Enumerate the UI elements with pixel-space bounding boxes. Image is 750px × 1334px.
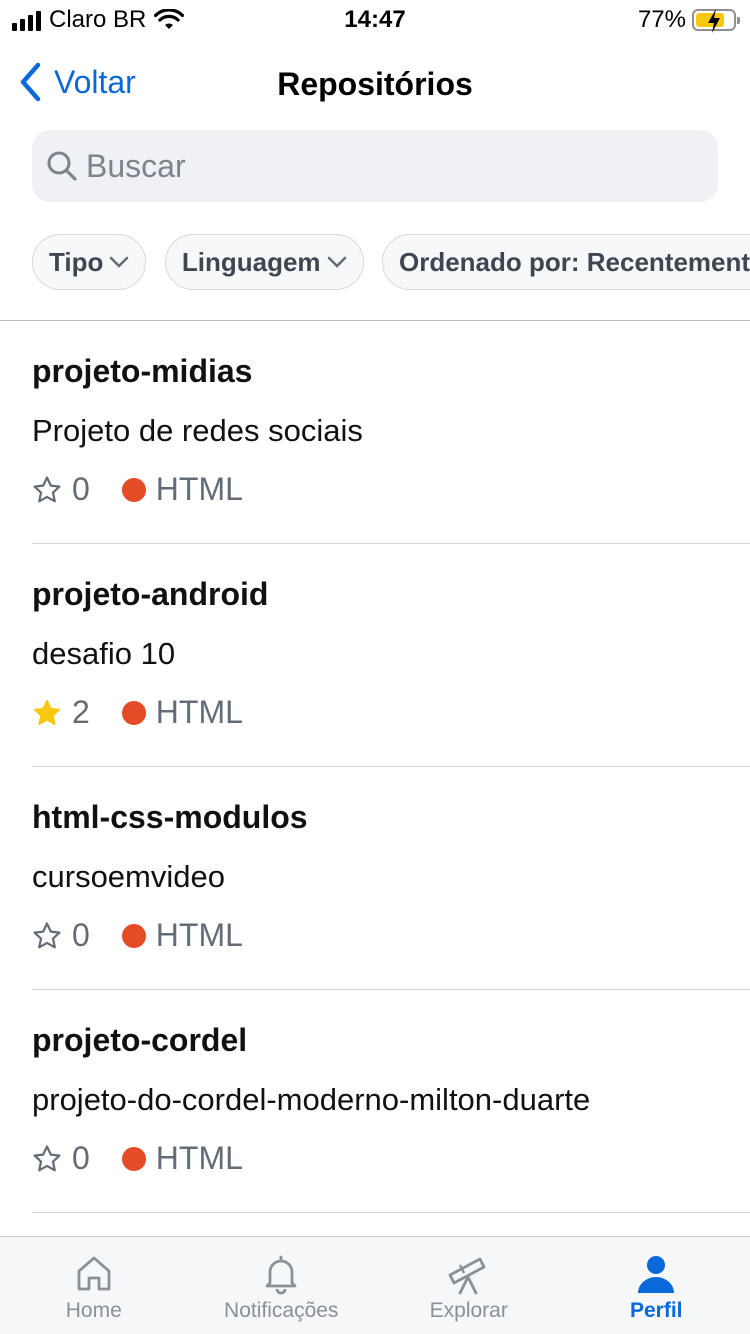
star-outline-icon xyxy=(33,921,61,948)
star-count: 0 xyxy=(72,471,90,507)
language-color-dot xyxy=(121,700,146,725)
repo-description: cursoemvideo xyxy=(32,859,225,894)
star-filled-icon xyxy=(33,699,61,725)
home-icon xyxy=(77,1256,111,1291)
tab-label: Home xyxy=(65,1299,122,1322)
battery-icon xyxy=(692,9,740,33)
filter-chips: Tipo Linguagem Ordenado por: Recentement… xyxy=(32,234,750,292)
tab-label: Explorar xyxy=(429,1299,508,1322)
language-name: HTML xyxy=(155,694,243,730)
tab-label: Notificações xyxy=(224,1299,339,1322)
language-name: HTML xyxy=(155,471,243,507)
list-item[interactable]: html-css-modulos cursoemvideo 0 HTML xyxy=(32,767,750,990)
chevron-down-icon xyxy=(327,256,346,268)
search-input[interactable]: Buscar xyxy=(32,130,718,202)
language-color-dot xyxy=(121,477,146,502)
chevron-down-icon xyxy=(110,256,129,268)
filter-label: Linguagem xyxy=(181,246,321,277)
star-outline-icon xyxy=(33,475,61,502)
person-icon xyxy=(638,1256,675,1293)
search-icon xyxy=(47,151,77,181)
tab-explore[interactable]: Explorar xyxy=(375,1237,563,1334)
repo-description: Projeto de redes sociais xyxy=(32,413,363,448)
tab-bar: Home Notificações Explorar Perfil xyxy=(0,1236,750,1334)
list-item[interactable]: projeto-cordel projeto-do-cordel-moderno… xyxy=(32,990,750,1213)
repo-description: desafio 10 xyxy=(32,636,176,671)
repo-description: projeto-do-cordel-moderno-milton-duarte xyxy=(32,1082,591,1117)
language-color-dot xyxy=(121,923,146,948)
filter-label: Tipo xyxy=(49,246,104,277)
filter-sort-button[interactable]: Ordenado por: Recentemente xyxy=(381,234,750,290)
tab-profile[interactable]: Perfil xyxy=(563,1237,750,1334)
page-title: Repositórios xyxy=(277,66,473,102)
tab-notifications[interactable]: Notificações xyxy=(188,1237,376,1334)
list-item[interactable]: projeto-android desafio 10 2 HTML xyxy=(32,544,750,767)
list-item[interactable]: projeto-midias Projeto de redes sociais … xyxy=(32,321,750,544)
telescope-icon xyxy=(448,1257,486,1295)
filter-language-button[interactable]: Linguagem xyxy=(164,234,364,290)
filter-type-button[interactable]: Tipo xyxy=(32,234,147,290)
repo-name: projeto-android xyxy=(32,576,269,612)
navigation-bar: Voltar Repositórios xyxy=(0,52,750,116)
star-count: 0 xyxy=(72,1140,90,1176)
language-name: HTML xyxy=(155,1140,243,1176)
bell-icon xyxy=(265,1255,297,1295)
repo-name: html-css-modulos xyxy=(32,799,308,835)
tab-label: Perfil xyxy=(629,1299,683,1322)
filter-label: Ordenado por: Recentemente xyxy=(398,246,750,277)
star-count: 2 xyxy=(72,694,90,730)
search-placeholder: Buscar xyxy=(86,147,186,184)
star-count: 0 xyxy=(72,917,90,953)
battery-percent: 77% xyxy=(637,6,686,33)
repository-list: projeto-midias Projeto de redes sociais … xyxy=(0,321,750,1213)
tab-home[interactable]: Home xyxy=(0,1237,188,1334)
star-outline-icon xyxy=(33,1144,61,1171)
language-name: HTML xyxy=(155,917,243,953)
repo-name: projeto-cordel xyxy=(32,1022,248,1058)
repo-name: projeto-midias xyxy=(32,353,253,389)
status-bar: Claro BR 14:47 77% xyxy=(0,0,750,40)
language-color-dot xyxy=(121,1146,146,1171)
